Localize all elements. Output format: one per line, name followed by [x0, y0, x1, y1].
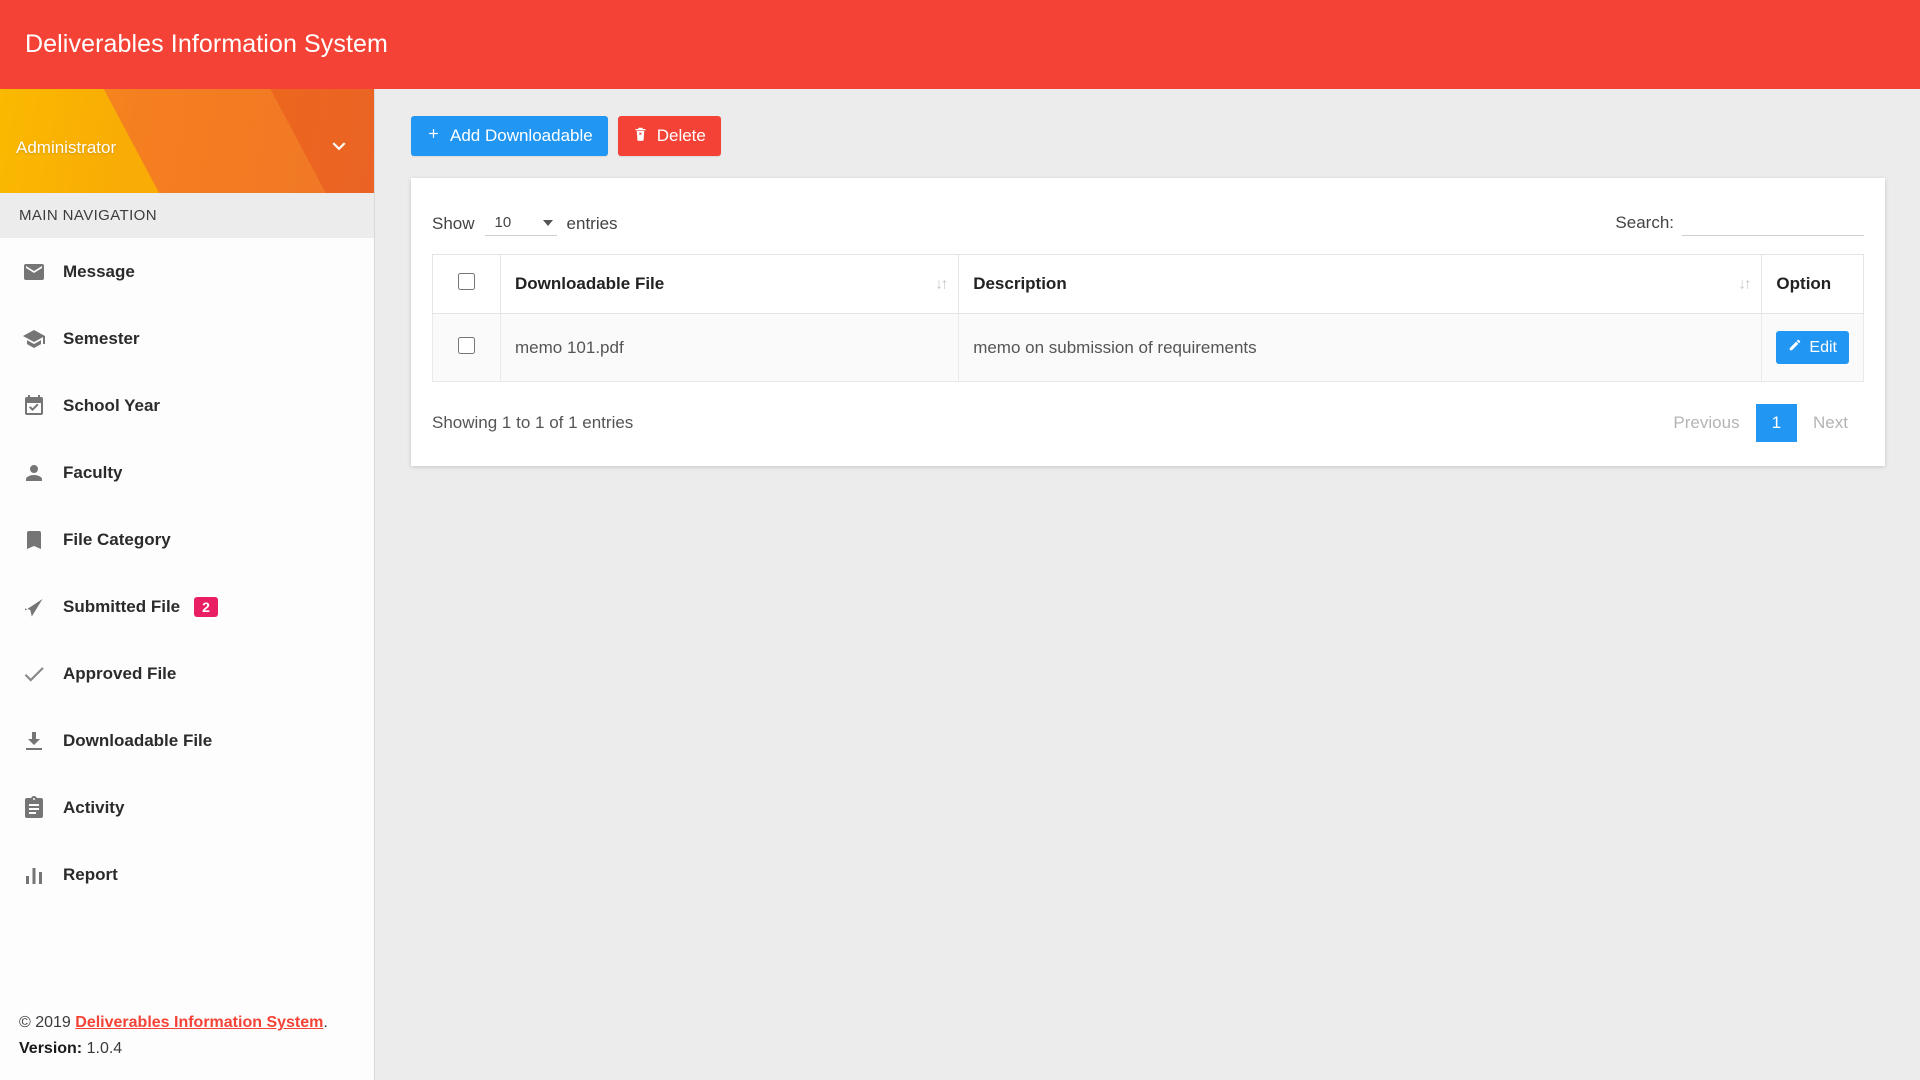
sidebar-item-label: Message: [63, 261, 135, 281]
copyright-line: © 2019 Deliverables Information System.: [19, 1014, 374, 1032]
send-arrow-icon: [19, 592, 49, 622]
sidebar-item-label: Submitted File: [63, 596, 181, 616]
row-checkbox[interactable]: [458, 336, 475, 354]
delete-label: Delete: [656, 126, 706, 145]
sidebar-item-approved-file[interactable]: Approved File: [0, 640, 374, 707]
entries-label: entries: [566, 214, 618, 233]
sidebar-item-label: Downloadable File: [63, 730, 213, 750]
showing-info: Showing 1 to 1 of 1 entries: [432, 413, 634, 432]
user-name: Administrator: [16, 138, 117, 157]
select-all-column: [432, 254, 501, 314]
page-button-1[interactable]: 1: [1755, 404, 1798, 442]
downloadable-files-table: Downloadable File ↓↑ Description ↓↑ Opti…: [432, 254, 1864, 382]
previous-page-button[interactable]: Previous: [1657, 404, 1755, 442]
page-length-select[interactable]: 10: [484, 212, 557, 236]
sidebar-item-report[interactable]: Report: [0, 841, 374, 908]
pagination: Previous 1 Next: [1657, 404, 1864, 442]
column-label: Option: [1776, 274, 1832, 293]
sidebar-item-label: Semester: [63, 328, 140, 348]
trash-icon: [633, 126, 648, 147]
add-downloadable-button[interactable]: Add Downloadable: [411, 116, 608, 156]
graduation-cap-icon: [19, 324, 49, 354]
action-toolbar: Add Downloadable Delete: [376, 89, 1920, 156]
row-select-cell: [432, 313, 501, 382]
table-header-row: Downloadable File ↓↑ Description ↓↑ Opti…: [432, 254, 1864, 314]
cell-option: Edit: [1761, 313, 1864, 382]
sidebar-item-faculty[interactable]: Faculty: [0, 439, 374, 506]
check-icon: [19, 659, 49, 689]
sidebar: Administrator MAIN NAVIGATION Message Se…: [0, 89, 375, 1080]
clipboard-icon: [19, 793, 49, 823]
column-header-downloadable-file[interactable]: Downloadable File ↓↑: [499, 254, 960, 314]
table-head: Downloadable File ↓↑ Description ↓↑ Opti…: [432, 254, 1864, 314]
copyright-prefix: © 2019: [19, 1014, 76, 1031]
next-page-button[interactable]: Next: [1797, 404, 1864, 442]
sidebar-item-semester[interactable]: Semester: [0, 305, 374, 372]
delete-button[interactable]: Delete: [617, 116, 721, 156]
table-body: memo 101.pdf memo on submission of requi…: [432, 313, 1864, 382]
copyright-suffix: .: [323, 1014, 328, 1031]
add-downloadable-label: Add Downloadable: [450, 126, 593, 145]
chevron-down-icon[interactable]: [326, 133, 352, 159]
sidebar-item-downloadable-file[interactable]: Downloadable File: [0, 707, 374, 774]
user-panel[interactable]: Administrator: [0, 89, 374, 193]
status-badge: 2: [194, 596, 218, 617]
brand-link[interactable]: Deliverables Information System: [75, 1014, 323, 1031]
sidebar-item-submitted-file[interactable]: Submitted File 2: [0, 573, 374, 640]
table-controls: Show 10 entries Search:: [432, 196, 1864, 254]
column-label: Description: [973, 274, 1067, 293]
sidebar-footer: © 2019 Deliverables Information System. …: [0, 1014, 374, 1080]
app-header: Deliverables Information System: [0, 0, 1920, 89]
person-icon: [19, 458, 49, 488]
calendar-check-icon: [19, 391, 49, 421]
edit-button[interactable]: Edit: [1776, 331, 1849, 364]
select-all-checkbox[interactable]: [458, 273, 475, 290]
table-row: memo 101.pdf memo on submission of requi…: [432, 313, 1864, 382]
datatable-card: Show 10 entries Search: Downloadable Fil…: [411, 178, 1885, 466]
sidebar-item-school-year[interactable]: School Year: [0, 372, 374, 439]
sidebar-item-label: Faculty: [63, 462, 123, 482]
sidebar-item-activity[interactable]: Activity: [0, 774, 374, 841]
cell-downloadable-file: memo 101.pdf: [499, 313, 960, 382]
show-label: Show: [432, 214, 475, 233]
sort-icon: ↓↑: [1738, 275, 1751, 293]
search-control: Search:: [1615, 210, 1864, 236]
sort-icon: ↓↑: [935, 275, 948, 293]
sidebar-item-label: Approved File: [63, 663, 177, 683]
nav-section-header: MAIN NAVIGATION: [0, 193, 374, 238]
pencil-icon: [1788, 338, 1802, 357]
sidebar-item-message[interactable]: Message: [0, 238, 374, 305]
column-header-description[interactable]: Description ↓↑: [958, 254, 1763, 314]
bookmark-icon: [19, 525, 49, 555]
show-entries-control: Show 10 entries: [432, 212, 618, 236]
column-header-option: Option: [1761, 254, 1864, 314]
app-title: Deliverables Information System: [25, 30, 388, 58]
column-label: Downloadable File: [515, 274, 665, 293]
sidebar-item-label: Activity: [63, 797, 125, 817]
search-input[interactable]: [1682, 210, 1864, 236]
version-label: Version:: [19, 1040, 83, 1057]
bar-chart-icon: [19, 860, 49, 890]
sidebar-item-file-category[interactable]: File Category: [0, 506, 374, 573]
plus-icon: [426, 126, 441, 146]
envelope-icon: [19, 257, 49, 287]
page-length-value: 10: [494, 214, 512, 231]
cell-description: memo on submission of requirements: [958, 313, 1763, 382]
edit-label: Edit: [1809, 338, 1837, 356]
sidebar-item-label: Report: [63, 864, 118, 884]
version-line: Version: 1.0.4: [19, 1040, 374, 1058]
sidebar-item-label: School Year: [63, 395, 161, 415]
main-navigation: Message Semester School Year Faculty Fil: [0, 238, 374, 908]
main-content: Add Downloadable Delete Show 10 entries …: [376, 89, 1920, 1080]
download-icon: [19, 726, 49, 756]
sidebar-item-label: File Category: [63, 529, 171, 549]
table-footer: Showing 1 to 1 of 1 entries Previous 1 N…: [432, 382, 1864, 442]
version-value: 1.0.4: [86, 1040, 123, 1057]
chevron-down-icon: [542, 219, 553, 226]
search-label: Search:: [1615, 213, 1674, 232]
